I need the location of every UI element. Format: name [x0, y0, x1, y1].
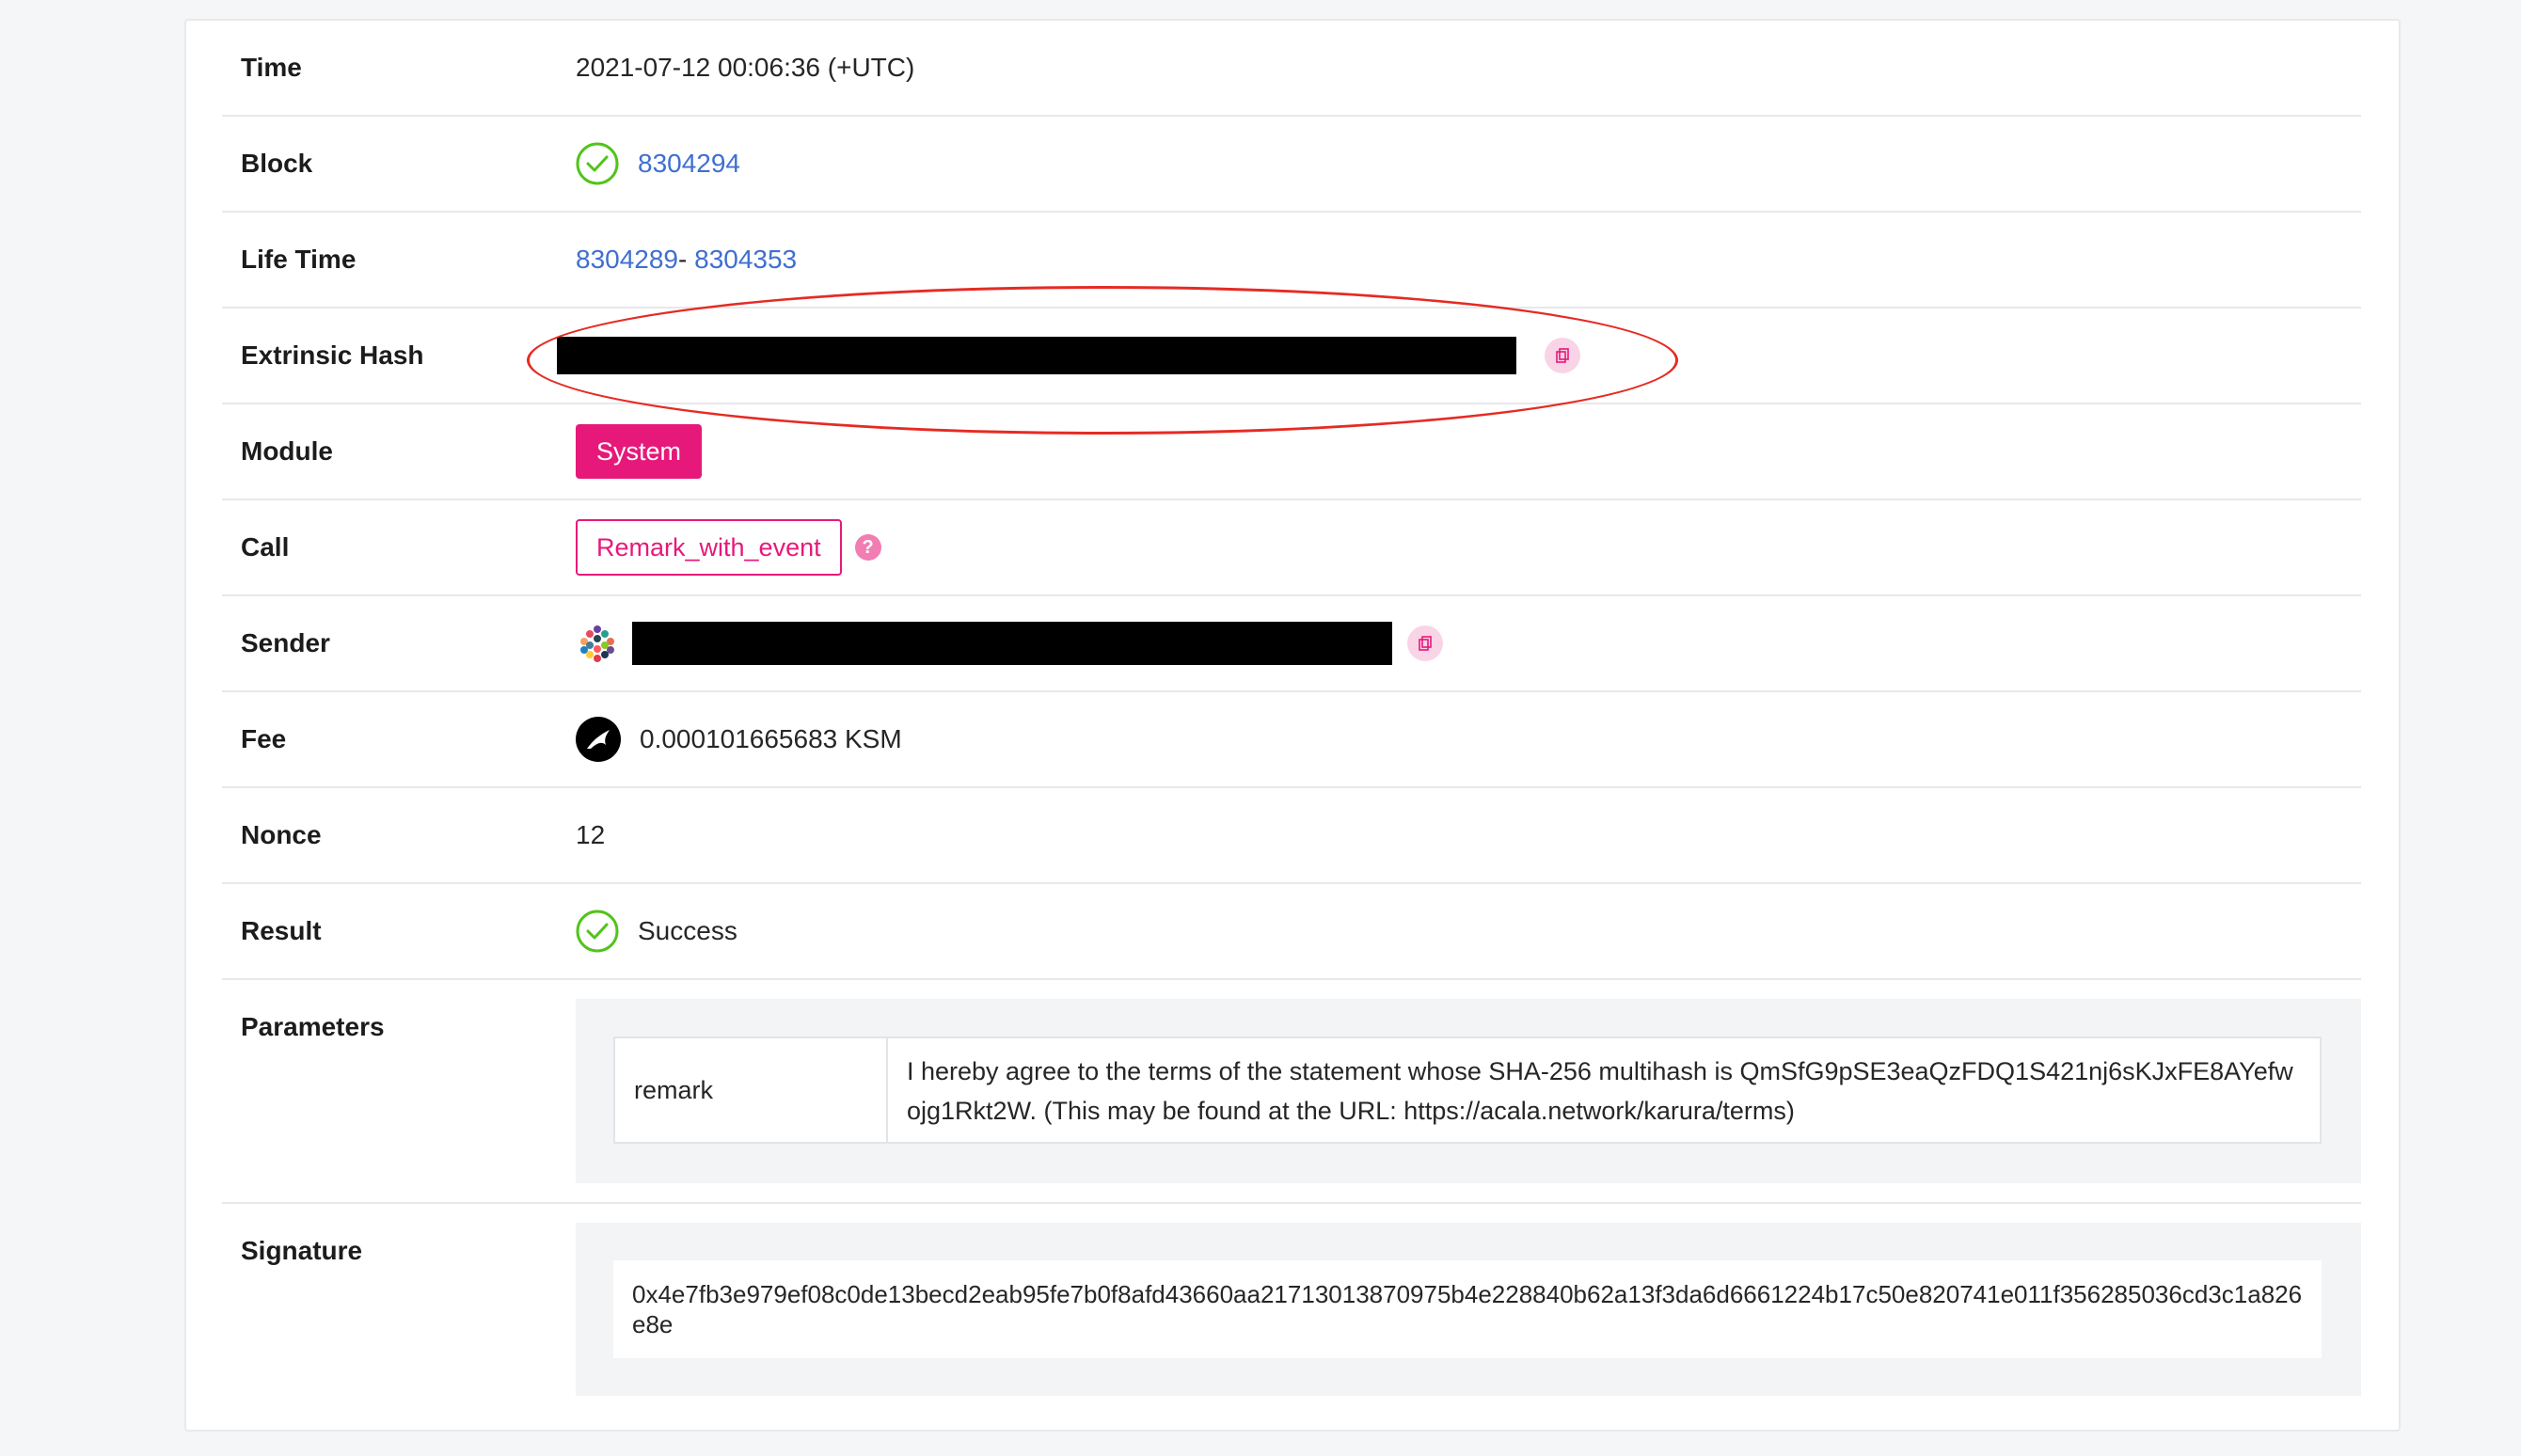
lifetime-label: Life Time [241, 245, 357, 274]
signature-value: 0x4e7fb3e979ef08c0de13becd2eab95fe7b0f8a… [613, 1260, 2322, 1358]
row-result: Result Success [222, 884, 2361, 980]
redacted-sender-address [632, 622, 1392, 665]
row-extrinsic-hash: Extrinsic Hash [222, 309, 2361, 404]
result-value: Success [638, 916, 737, 945]
lifetime-end-link[interactable]: 8304353 [694, 245, 797, 275]
identicon-avatar [577, 623, 618, 664]
help-icon[interactable]: ? [854, 534, 881, 561]
parameter-key: remark [615, 1038, 888, 1142]
fee-value: 0.000101665683 KSM [640, 724, 902, 753]
extrinsic-hash-label: Extrinsic Hash [241, 340, 424, 370]
kusama-icon [576, 717, 621, 762]
fee-label: Fee [241, 724, 287, 753]
time-label: Time [241, 53, 302, 82]
call-tag[interactable]: Remark_with_event [576, 519, 842, 576]
time-value: 2021-07-12 00:06:36 (+UTC) [576, 53, 915, 82]
lifetime-separator: - [678, 245, 695, 274]
copy-icon [1419, 636, 1432, 651]
block-link[interactable]: 8304294 [638, 149, 740, 179]
row-signature: Signature 0x4e7fb3e979ef08c0de13becd2eab… [222, 1204, 2361, 1415]
redacted-hash [557, 337, 1516, 374]
lifetime-start-link[interactable]: 8304289 [576, 245, 678, 275]
signature-label: Signature [241, 1236, 363, 1265]
extrinsic-detail-card: Time 2021-07-12 00:06:36 (+UTC) Block 83… [184, 19, 2401, 1432]
check-circle-icon [576, 910, 619, 953]
row-time: Time 2021-07-12 00:06:36 (+UTC) [222, 21, 2361, 117]
check-circle-icon [576, 142, 619, 185]
nonce-label: Nonce [241, 820, 322, 849]
result-label: Result [241, 916, 322, 945]
parameters-box: remark I hereby agree to the terms of th… [576, 999, 2361, 1183]
nonce-value: 12 [576, 820, 606, 849]
signature-box: 0x4e7fb3e979ef08c0de13becd2eab95fe7b0f8a… [576, 1223, 2361, 1396]
sender-label: Sender [241, 628, 330, 657]
row-block: Block 8304294 [222, 117, 2361, 213]
row-fee: Fee 0.000101665683 KSM [222, 692, 2361, 788]
row-sender: Sender [222, 596, 2361, 692]
parameter-value: I hereby agree to the terms of the state… [907, 1057, 2293, 1125]
row-call: Call Remark_with_event ? [222, 500, 2361, 596]
call-label: Call [241, 532, 290, 562]
row-module: Module System [222, 404, 2361, 500]
row-parameters: Parameters remark I hereby agree to the … [222, 980, 2361, 1204]
row-nonce: Nonce 12 [222, 788, 2361, 884]
parameters-table: remark I hereby agree to the terms of th… [613, 1037, 2322, 1144]
copy-hash-button[interactable] [1545, 338, 1580, 373]
copy-icon [1556, 348, 1569, 363]
row-lifetime: Life Time 8304289 - 8304353 [222, 213, 2361, 309]
module-tag[interactable]: System [576, 424, 703, 479]
detail-rows: Time 2021-07-12 00:06:36 (+UTC) Block 83… [222, 21, 2361, 1415]
parameters-label: Parameters [241, 1012, 385, 1041]
block-label: Block [241, 149, 313, 178]
copy-sender-button[interactable] [1407, 625, 1443, 661]
module-label: Module [241, 436, 333, 466]
